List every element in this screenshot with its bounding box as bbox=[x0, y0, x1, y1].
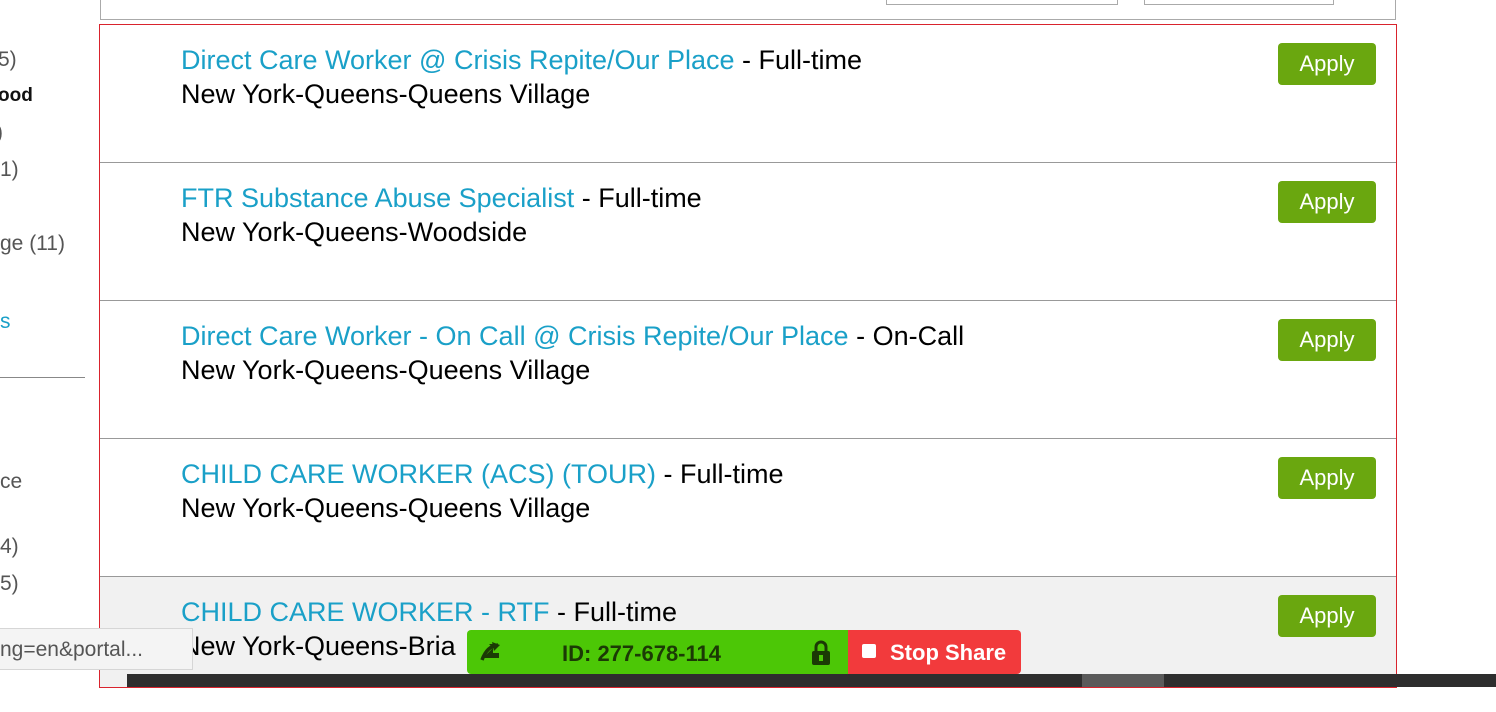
scrollbar-thumb[interactable] bbox=[1082, 674, 1164, 687]
job-title-link[interactable]: FTR Substance Abuse Specialist bbox=[181, 183, 574, 213]
share-arrow-icon[interactable] bbox=[479, 640, 503, 664]
sidebar-count[interactable]: 5) bbox=[0, 48, 17, 72]
job-location: New York-Queens-Woodside bbox=[181, 217, 528, 247]
stop-share-label: Stop Share bbox=[890, 640, 1007, 665]
session-id-panel[interactable]: ID: 277-678-114 bbox=[467, 630, 848, 674]
stop-share-button[interactable]: Stop Share bbox=[848, 630, 1021, 674]
job-location: New York-Queens-Queens Village bbox=[181, 355, 591, 385]
sidebar-selected-item[interactable]: ood bbox=[0, 85, 33, 107]
apply-button[interactable]: Apply bbox=[1278, 457, 1376, 499]
lock-icon bbox=[812, 640, 830, 665]
page-size-select[interactable] bbox=[1144, 0, 1334, 5]
job-type: - Full-time bbox=[734, 45, 863, 75]
job-title-link[interactable]: Direct Care Worker - On Call @ Crisis Re… bbox=[181, 321, 849, 351]
job-heading: CHILD CARE WORKER - RTF - Full-time bbox=[181, 597, 677, 628]
job-title-link[interactable]: Direct Care Worker @ Crisis Repite/Our P… bbox=[181, 45, 735, 75]
apply-button[interactable]: Apply bbox=[1278, 181, 1376, 223]
job-heading: CHILD CARE WORKER (ACS) (TOUR) - Full-ti… bbox=[181, 459, 784, 490]
job-title-link[interactable]: CHILD CARE WORKER (ACS) (TOUR) bbox=[181, 459, 656, 489]
job-row: CHILD CARE WORKER (ACS) (TOUR) - Full-ti… bbox=[100, 439, 1396, 577]
sidebar-item-village[interactable]: ge (11) bbox=[0, 232, 65, 256]
sidebar-count[interactable]: 1) bbox=[0, 158, 19, 182]
sidebar-item[interactable]: ce bbox=[0, 470, 22, 494]
sidebar-more-link[interactable]: s bbox=[0, 310, 11, 334]
apply-button[interactable]: Apply bbox=[1278, 595, 1376, 637]
job-type: - Full-time bbox=[574, 183, 702, 213]
sort-select[interactable] bbox=[886, 0, 1118, 5]
job-row: Direct Care Worker @ Crisis Repite/Our P… bbox=[100, 25, 1396, 163]
job-heading: FTR Substance Abuse Specialist - Full-ti… bbox=[181, 183, 702, 214]
job-type: - Full-time bbox=[549, 597, 678, 627]
job-results-list: Direct Care Worker @ Crisis Repite/Our P… bbox=[99, 24, 1397, 688]
job-type: - On-Call bbox=[848, 321, 965, 351]
apply-button[interactable]: Apply bbox=[1278, 43, 1376, 85]
job-location: New York-Queens-Queens Village bbox=[181, 493, 591, 523]
filter-sidebar: 5) ood ) 1) ge (11) s ce 4) 5) bbox=[0, 0, 90, 712]
job-location: New York-Queens-Queens Village bbox=[181, 79, 591, 109]
stop-icon bbox=[862, 644, 876, 658]
job-location: New York-Queens-Bria bbox=[181, 631, 456, 661]
session-id: ID: 277-678-114 bbox=[562, 641, 721, 666]
job-row: Direct Care Worker - On Call @ Crisis Re… bbox=[100, 301, 1396, 439]
apply-button[interactable]: Apply bbox=[1278, 319, 1376, 361]
page: 5) ood ) 1) ge (11) s ce 4) 5) Direct Ca… bbox=[0, 0, 1496, 712]
sidebar-divider bbox=[0, 377, 85, 378]
sidebar-count[interactable]: 4) bbox=[0, 535, 19, 559]
job-row: FTR Substance Abuse Specialist - Full-ti… bbox=[100, 163, 1396, 301]
sidebar-count[interactable]: 5) bbox=[0, 572, 19, 596]
job-heading: Direct Care Worker - On Call @ Crisis Re… bbox=[181, 321, 964, 352]
status-bar-url: ng=en&portal... bbox=[0, 628, 193, 670]
sidebar-count[interactable]: ) bbox=[0, 121, 3, 145]
job-title-link[interactable]: CHILD CARE WORKER - RTF bbox=[181, 597, 550, 627]
job-type: - Full-time bbox=[656, 459, 784, 489]
horizontal-scrollbar[interactable] bbox=[127, 674, 1496, 687]
screen-share-bar: ID: 277-678-114 Stop Share bbox=[467, 630, 1021, 674]
job-heading: Direct Care Worker @ Crisis Repite/Our P… bbox=[181, 45, 862, 76]
